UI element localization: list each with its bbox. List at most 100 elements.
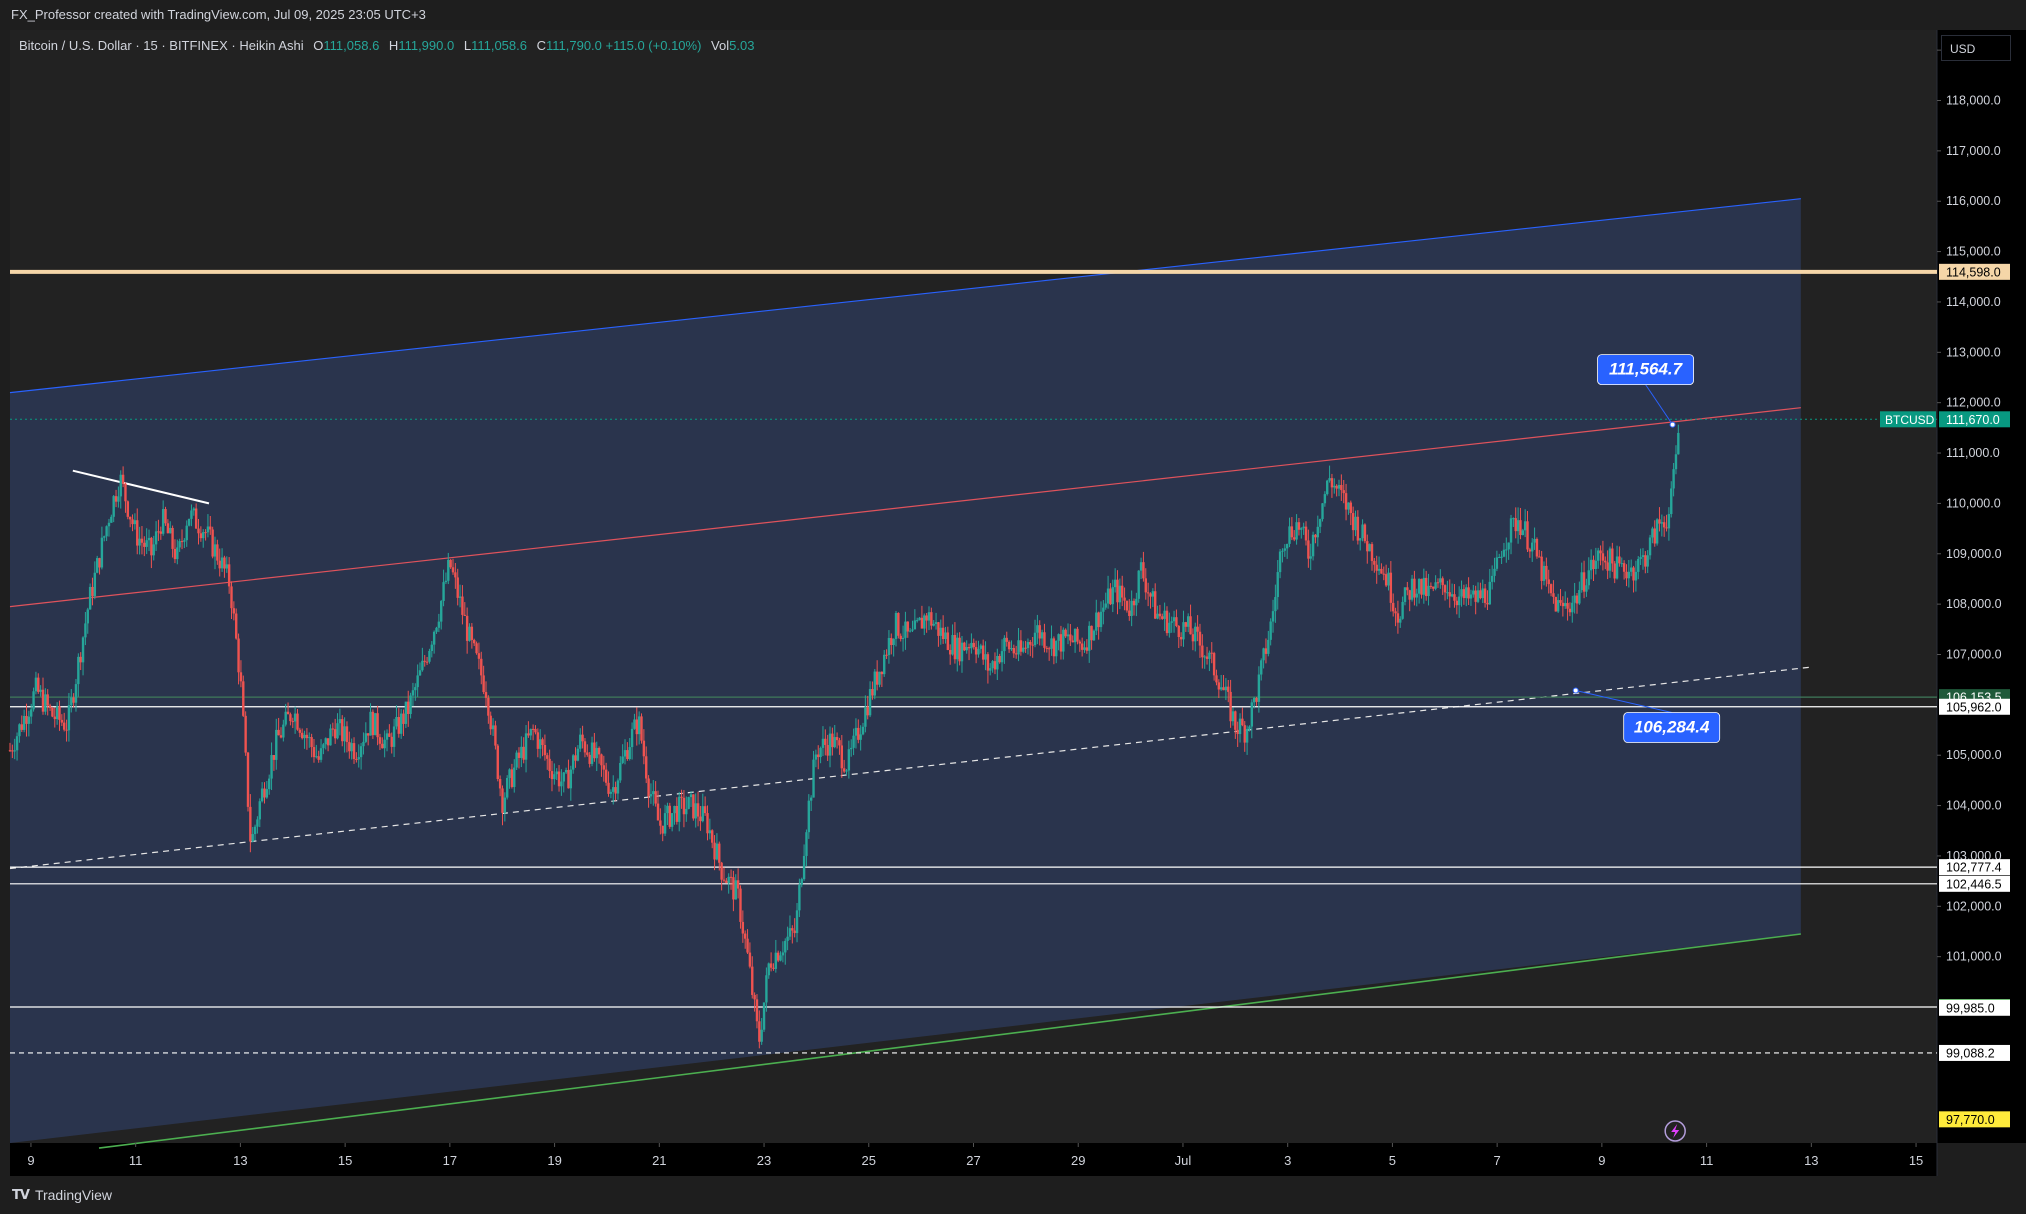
candle-body xyxy=(18,724,21,737)
candle-body xyxy=(293,713,297,722)
candle-body xyxy=(1217,682,1221,690)
callout-anchor[interactable] xyxy=(1669,421,1676,428)
candle-body xyxy=(1488,581,1492,605)
candle-body xyxy=(1474,590,1477,602)
candle-body xyxy=(944,632,947,640)
candle-body xyxy=(333,729,337,739)
candle-body xyxy=(60,719,64,723)
candle-body xyxy=(1384,574,1388,586)
candle-body xyxy=(296,713,299,730)
candle-body xyxy=(326,738,330,746)
price-chart[interactable]: 111,564.7106,284.4 119,000.0118,000.0117… xyxy=(0,0,2026,1214)
candle-body xyxy=(1639,557,1642,559)
candle-body xyxy=(310,737,313,748)
candle-body xyxy=(847,749,851,771)
candle-body xyxy=(920,617,924,629)
candle-body xyxy=(88,586,92,610)
candle-body xyxy=(1389,572,1393,603)
candle-body xyxy=(463,614,466,616)
candle-body xyxy=(1003,637,1006,652)
candle-body xyxy=(451,567,455,573)
symbol-title[interactable]: Bitcoin / U.S. Dollar · 15 · BITFINEX · … xyxy=(19,38,304,53)
candle-body xyxy=(251,834,254,842)
candle-body xyxy=(1090,625,1093,641)
candle-body xyxy=(1417,578,1421,594)
candle-body xyxy=(934,622,938,624)
candle-body xyxy=(20,724,23,730)
candle-body xyxy=(751,966,754,995)
price-tag-label: 97,770.0 xyxy=(1946,1113,1995,1127)
candle-body xyxy=(984,654,987,660)
candle-body xyxy=(1545,565,1548,580)
candle-body xyxy=(1128,610,1131,616)
candle-body xyxy=(614,787,617,794)
candle-body xyxy=(1212,653,1216,676)
candle-body xyxy=(998,656,1001,663)
candle-body xyxy=(277,729,280,736)
candle-body xyxy=(1196,626,1199,632)
candle-body xyxy=(1486,602,1489,605)
candle-body xyxy=(1566,603,1569,609)
candle-body xyxy=(918,617,921,621)
candle-body xyxy=(1102,607,1105,612)
candle-body xyxy=(1113,579,1117,588)
open-value: 111,058.6 xyxy=(323,38,380,53)
candle-body xyxy=(246,752,250,807)
candle-body xyxy=(791,928,794,931)
x-tick-label: 11 xyxy=(1700,1153,1714,1168)
candle-body xyxy=(817,754,820,758)
low-value: 111,058.6 xyxy=(471,38,527,53)
candle-body xyxy=(1472,590,1475,595)
candle-body xyxy=(762,1002,766,1030)
candle-body xyxy=(1316,526,1319,538)
candle-body xyxy=(1344,493,1348,510)
candle-body xyxy=(1653,528,1656,544)
x-tick-label: 13 xyxy=(1804,1153,1818,1168)
candle-body xyxy=(1455,600,1459,606)
candle-body xyxy=(1347,502,1350,510)
candle-body xyxy=(1597,550,1600,561)
candle-body xyxy=(65,729,68,731)
candle-body xyxy=(1594,560,1598,569)
candle-body xyxy=(795,910,799,934)
candle-body xyxy=(767,963,770,976)
candle-body xyxy=(1076,628,1079,642)
candle-body xyxy=(897,613,900,636)
candle-body xyxy=(1667,514,1671,529)
candle-body xyxy=(642,740,646,757)
candle-body xyxy=(571,755,575,770)
footer-bar: 𝗧𝗩 TradingView xyxy=(0,1176,2026,1214)
candle-body xyxy=(107,522,111,527)
candle-body xyxy=(503,797,507,813)
candle-body xyxy=(720,862,723,880)
candle-body xyxy=(216,544,219,561)
volume-label: Vol xyxy=(711,38,730,53)
candle-body xyxy=(1523,521,1527,531)
candle-body xyxy=(981,645,985,660)
x-tick-label: 21 xyxy=(652,1153,666,1168)
candle-body xyxy=(1038,625,1041,639)
candle-body xyxy=(1311,534,1315,557)
candle-body xyxy=(831,733,834,748)
candle-body xyxy=(1615,556,1619,579)
candle-body xyxy=(588,754,591,764)
candle-body xyxy=(548,758,551,772)
change-value: +115.0 (+0.10%) xyxy=(605,38,702,53)
candle-body xyxy=(223,557,226,569)
candle-body xyxy=(258,801,261,820)
candle-body xyxy=(171,527,174,549)
candle-body xyxy=(270,755,273,779)
tradingview-brand[interactable]: TradingView xyxy=(35,1176,112,1214)
candle-body xyxy=(1106,588,1110,604)
candle-body xyxy=(218,560,221,569)
candle-body xyxy=(765,975,768,1003)
candle-body xyxy=(1326,480,1329,495)
candle-body xyxy=(1613,563,1616,579)
candle-body xyxy=(652,791,655,795)
currency-selector[interactable]: USD xyxy=(1941,35,2011,61)
candle-body xyxy=(392,726,396,747)
candle-body xyxy=(423,660,426,662)
candle-body xyxy=(1500,556,1503,558)
candle-body xyxy=(694,803,697,819)
callout-anchor[interactable] xyxy=(1572,687,1579,694)
